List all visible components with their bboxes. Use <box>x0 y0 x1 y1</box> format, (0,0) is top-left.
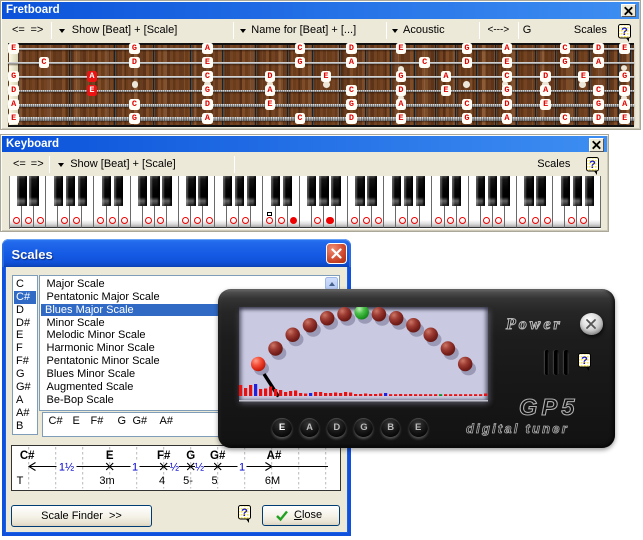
svg-text:A#: A# <box>266 450 281 462</box>
svg-text:½: ½ <box>194 462 203 474</box>
svg-text:GP5: GP5 <box>519 395 579 420</box>
svg-text:T: T <box>16 475 23 487</box>
svg-text:digital tuner: digital tuner <box>466 421 569 436</box>
svg-text:?: ? <box>582 355 589 367</box>
svg-text:6M: 6M <box>264 475 279 487</box>
svg-text:?: ? <box>241 507 248 519</box>
svg-text:Power: Power <box>505 316 563 333</box>
svg-text:5-: 5- <box>183 475 193 487</box>
svg-text:½: ½ <box>169 462 178 474</box>
svg-text:1: 1 <box>238 462 244 474</box>
svg-text:E: E <box>105 450 113 462</box>
svg-text:G: G <box>186 450 195 462</box>
svg-text:3m: 3m <box>99 475 114 487</box>
svg-text:C#: C# <box>19 450 34 462</box>
svg-text:F#: F# <box>156 450 170 462</box>
svg-text:1½: 1½ <box>58 462 73 474</box>
svg-text:1: 1 <box>131 462 137 474</box>
svg-text:4: 4 <box>158 475 164 487</box>
svg-text:?: ? <box>621 26 628 38</box>
svg-text:G#: G# <box>210 450 226 462</box>
svg-text:?: ? <box>589 159 596 171</box>
svg-text:5: 5 <box>211 475 217 487</box>
